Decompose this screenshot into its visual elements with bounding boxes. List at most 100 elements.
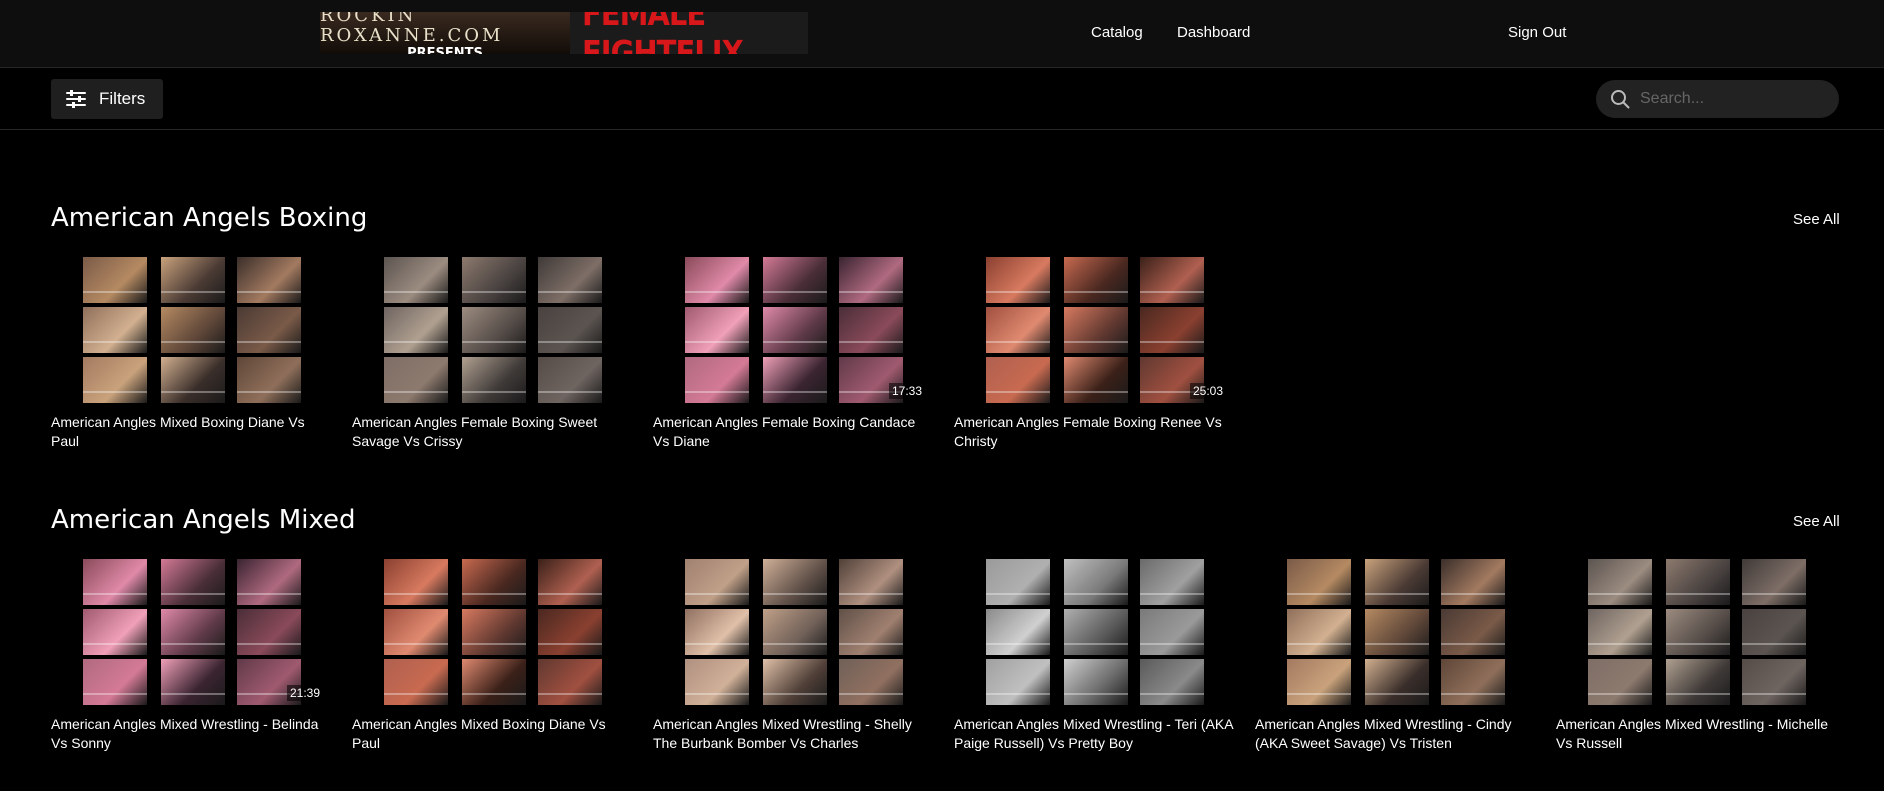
thumbnail-frame xyxy=(538,307,602,353)
video-thumbnail-grid[interactable] xyxy=(954,553,1234,713)
video-card[interactable]: American Angles Mixed Wrestling - Cindy … xyxy=(1255,553,1535,753)
video-title[interactable]: American Angles Female Boxing Renee Vs C… xyxy=(954,413,1234,451)
thumbnail-frame xyxy=(83,257,147,303)
thumbnail-frame xyxy=(538,559,602,605)
thumbnail-frame xyxy=(1064,609,1128,655)
search-input[interactable] xyxy=(1640,90,1820,108)
video-card[interactable]: 21:39 American Angles Mixed Wrestling - B… xyxy=(51,553,331,753)
thumbnail-frame xyxy=(1140,257,1204,303)
thumbnail-frame xyxy=(839,307,903,353)
video-thumbnail-grid[interactable] xyxy=(1556,553,1836,713)
section-title: American Angels Mixed xyxy=(51,505,356,535)
thumbnail-frame xyxy=(384,659,448,705)
thumbnail-frame xyxy=(839,559,903,605)
see-all-link[interactable]: See All xyxy=(1793,211,1840,228)
video-thumbnail-grid[interactable]: 17:33 xyxy=(653,251,933,411)
thumbnail-frame xyxy=(986,659,1050,705)
thumbnail-frame xyxy=(685,609,749,655)
video-card[interactable]: American Angles Mixed Wrestling - Teri (… xyxy=(954,553,1234,753)
thumbnail-frame xyxy=(685,559,749,605)
logo-line-1: ROCKIN ROXANNE.COM xyxy=(320,12,504,46)
thumbnail-frame xyxy=(1064,307,1128,353)
logo-line-2: PRESENTS xyxy=(407,45,483,55)
thumbnail-frame xyxy=(763,307,827,353)
thumbnail-frame xyxy=(384,307,448,353)
thumbnail-frame xyxy=(1742,659,1806,705)
thumbnail-frame xyxy=(1365,559,1429,605)
video-card[interactable]: 17:33 American Angles Female Boxing Canda… xyxy=(653,251,933,451)
video-title[interactable]: American Angles Mixed Wrestling - Belind… xyxy=(51,715,331,753)
thumbnail-frame xyxy=(1365,659,1429,705)
duration-badge: 21:39 xyxy=(286,685,323,701)
nav-dashboard-link[interactable]: Dashboard xyxy=(1177,24,1250,41)
thumbnail-frame xyxy=(1666,609,1730,655)
filters-button[interactable]: Filters xyxy=(51,79,163,119)
thumbnail-frame xyxy=(462,257,526,303)
thumbnail-frame xyxy=(384,257,448,303)
thumbnail-frame xyxy=(161,659,225,705)
video-card[interactable]: American Angles Mixed Wrestling - Michel… xyxy=(1556,553,1836,753)
thumbnail-frame xyxy=(161,609,225,655)
video-thumbnail-grid[interactable] xyxy=(653,553,933,713)
top-navigation-bar: ROCKIN ROXANNE.COM PRESENTS FEMALE FIGHT… xyxy=(0,0,1884,68)
thumbnail-frame xyxy=(1441,609,1505,655)
video-title[interactable]: American Angles Mixed Wrestling - Shelly… xyxy=(653,715,933,753)
thumbnail-frame xyxy=(83,357,147,403)
thumbnail-frame xyxy=(1588,559,1652,605)
video-title[interactable]: American Angles Mixed Wrestling - Cindy … xyxy=(1255,715,1535,753)
thumbnail-frame xyxy=(83,659,147,705)
thumbnail-frame xyxy=(685,307,749,353)
video-card[interactable]: American Angles Female Boxing Sweet Sava… xyxy=(352,251,632,451)
video-thumbnail-grid[interactable] xyxy=(51,251,331,411)
thumbnail-frame xyxy=(763,559,827,605)
thumbnail-frame xyxy=(384,609,448,655)
thumbnail-frame xyxy=(1588,659,1652,705)
thumbnail-frame xyxy=(161,357,225,403)
video-title[interactable]: American Angles Mixed Wrestling - Michel… xyxy=(1556,715,1836,753)
video-title[interactable]: American Angles Female Boxing Candace Vs… xyxy=(653,413,933,451)
video-thumbnail-grid[interactable]: 21:39 xyxy=(51,553,331,713)
thumbnail-frame xyxy=(1064,659,1128,705)
thumbnail-frame xyxy=(1140,609,1204,655)
video-card[interactable]: American Angles Mixed Boxing Diane Vs Pa… xyxy=(352,553,632,753)
video-card[interactable]: American Angles Mixed Boxing Diane Vs Pa… xyxy=(51,251,331,451)
thumbnail-frame xyxy=(1666,659,1730,705)
thumbnail-frame xyxy=(83,559,147,605)
thumbnail-frame xyxy=(685,357,749,403)
video-thumbnail-grid[interactable] xyxy=(352,251,632,411)
thumbnail-frame xyxy=(763,609,827,655)
video-card[interactable]: 25:03 American Angles Female Boxing Renee… xyxy=(954,251,1234,451)
see-all-link[interactable]: See All xyxy=(1793,513,1840,530)
video-thumbnail-grid[interactable] xyxy=(1255,553,1535,713)
thumbnail-frame xyxy=(1140,659,1204,705)
logo-brand: FEMALE FIGHTFLIX xyxy=(582,12,744,54)
nav-catalog-link[interactable]: Catalog xyxy=(1091,24,1143,41)
thumbnail-frame xyxy=(161,559,225,605)
video-title[interactable]: American Angles Mixed Boxing Diane Vs Pa… xyxy=(352,715,632,753)
video-title[interactable]: American Angles Mixed Wrestling - Teri (… xyxy=(954,715,1234,753)
filters-label: Filters xyxy=(99,89,146,108)
video-title[interactable]: American Angles Female Boxing Sweet Sava… xyxy=(352,413,632,451)
thumbnail-frame xyxy=(1064,257,1128,303)
video-title[interactable]: American Angles Mixed Boxing Diane Vs Pa… xyxy=(51,413,331,451)
video-card[interactable]: American Angles Mixed Wrestling - Shelly… xyxy=(653,553,933,753)
thumbnail-frame xyxy=(1588,609,1652,655)
thumbnail-frame xyxy=(462,559,526,605)
search-box[interactable] xyxy=(1596,80,1839,118)
sign-out-link[interactable]: Sign Out xyxy=(1508,24,1566,41)
thumbnail-frame xyxy=(1140,307,1204,353)
thumbnail-frame xyxy=(237,559,301,605)
thumbnail-frame xyxy=(763,257,827,303)
site-logo[interactable]: ROCKIN ROXANNE.COM PRESENTS FEMALE FIGHT… xyxy=(320,12,808,54)
thumbnail-frame xyxy=(161,257,225,303)
thumbnail-frame xyxy=(538,659,602,705)
thumbnail-frame xyxy=(462,609,526,655)
video-thumbnail-grid[interactable] xyxy=(352,553,632,713)
duration-badge: 17:33 xyxy=(888,383,925,399)
thumbnail-frame xyxy=(986,559,1050,605)
video-thumbnail-grid[interactable]: 25:03 xyxy=(954,251,1234,411)
thumbnail-frame xyxy=(538,257,602,303)
thumbnail-frame xyxy=(763,659,827,705)
thumbnail-frame xyxy=(462,659,526,705)
thumbnail-frame xyxy=(462,357,526,403)
